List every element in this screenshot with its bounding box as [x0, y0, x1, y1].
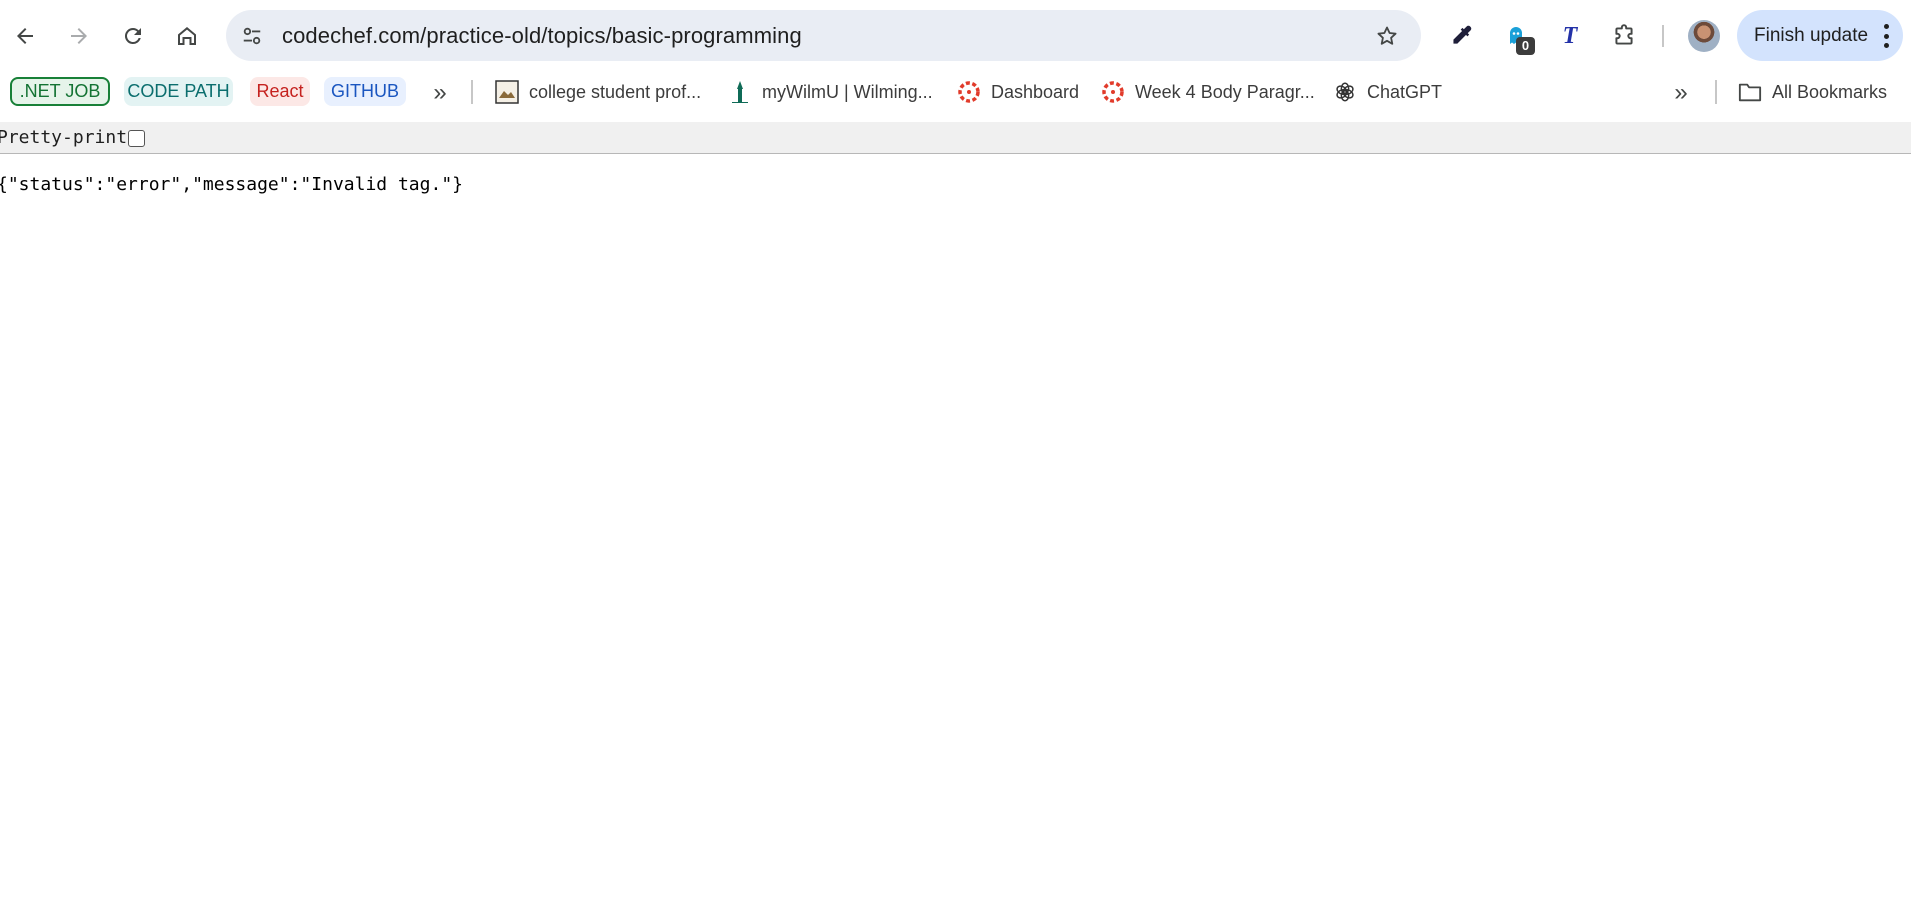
all-bookmarks-label: All Bookmarks — [1772, 81, 1888, 102]
bookmark-mywilmu[interactable]: myWilmU | Wilming... — [728, 76, 933, 108]
bookmark-chip-net-job[interactable]: .NET JOB — [10, 77, 110, 106]
all-bookmarks-button[interactable]: All Bookmarks — [1738, 76, 1887, 108]
bookmark-week-4[interactable]: Week 4 Body Paragr... — [1101, 76, 1315, 108]
home-button[interactable] — [167, 16, 207, 56]
extension-badge: 0 — [1516, 37, 1535, 55]
bookmark-label: Week 4 Body Paragr... — [1135, 81, 1315, 102]
reload-button[interactable] — [113, 16, 153, 56]
arrow-right-icon — [71, 28, 87, 44]
canvas-logo-icon — [957, 80, 981, 104]
pretty-print-bar: Pretty-print — [0, 122, 1911, 154]
profile-avatar[interactable] — [1688, 20, 1720, 52]
wilmu-tower-icon — [728, 80, 752, 104]
ghost-extension-button[interactable]: 0 — [1496, 16, 1536, 56]
bookmark-chatgpt[interactable]: ChatGPT — [1333, 76, 1442, 108]
bookmark-label: college student prof... — [529, 81, 702, 102]
bookmark-dashboard[interactable]: Dashboard — [957, 76, 1079, 108]
bookmarks-bar: .NET JOB CODE PATH React GITHUB » colleg… — [0, 72, 1911, 122]
site-info-button[interactable] — [232, 16, 272, 56]
bookmark-star-button[interactable] — [1367, 16, 1407, 56]
extensions-button[interactable] — [1604, 16, 1644, 56]
eyedropper-icon — [1453, 25, 1472, 44]
bookmark-image-icon — [495, 80, 519, 104]
address-bar[interactable]: codechef.com/practice-old/topics/basic-p… — [226, 10, 1421, 61]
chatgpt-logo-icon — [1333, 80, 1357, 104]
toolbar-divider — [1662, 25, 1664, 47]
tune-icon — [243, 27, 261, 44]
bookmark-chip-code-path[interactable]: CODE PATH — [124, 77, 233, 106]
forward-button[interactable] — [59, 16, 99, 56]
eyedropper-extension-button[interactable] — [1442, 16, 1482, 56]
chevrons-right-icon[interactable]: » — [1666, 79, 1696, 107]
puzzle-icon — [1615, 24, 1633, 45]
browser-toolbar: codechef.com/practice-old/topics/basic-p… — [0, 0, 1911, 72]
star-icon — [1377, 26, 1397, 45]
folder-icon — [1738, 80, 1762, 104]
finish-update-button[interactable]: Finish update — [1737, 10, 1903, 61]
url-text[interactable]: codechef.com/practice-old/topics/basic-p… — [282, 23, 802, 49]
bookmark-college-student[interactable]: college student prof... — [495, 76, 701, 108]
arrow-left-icon — [17, 28, 33, 44]
bookmark-label: Dashboard — [991, 81, 1080, 102]
bookmark-chip-github[interactable]: GITHUB — [324, 77, 406, 106]
pretty-print-checkbox[interactable] — [128, 130, 145, 147]
bookmark-label: myWilmU | Wilming... — [762, 81, 933, 102]
back-button[interactable] — [5, 16, 45, 56]
canvas-logo-icon — [1101, 80, 1125, 104]
t-letter-icon: T — [1562, 22, 1578, 49]
chevrons-right-icon[interactable]: » — [425, 79, 455, 107]
home-icon — [178, 27, 196, 45]
more-menu-icon[interactable] — [1883, 24, 1889, 48]
bookmark-chip-react[interactable]: React — [250, 77, 310, 106]
json-content: {"status":"error","message":"Invalid tag… — [0, 174, 463, 195]
bookmarks-divider — [471, 80, 473, 104]
pretty-print-label: Pretty-print — [0, 127, 128, 148]
bookmark-label: ChatGPT — [1367, 81, 1443, 102]
t-extension-button[interactable]: T — [1550, 16, 1590, 56]
finish-update-label: Finish update — [1754, 24, 1869, 46]
reload-icon — [124, 27, 141, 44]
bookmarks-divider — [1715, 80, 1717, 104]
